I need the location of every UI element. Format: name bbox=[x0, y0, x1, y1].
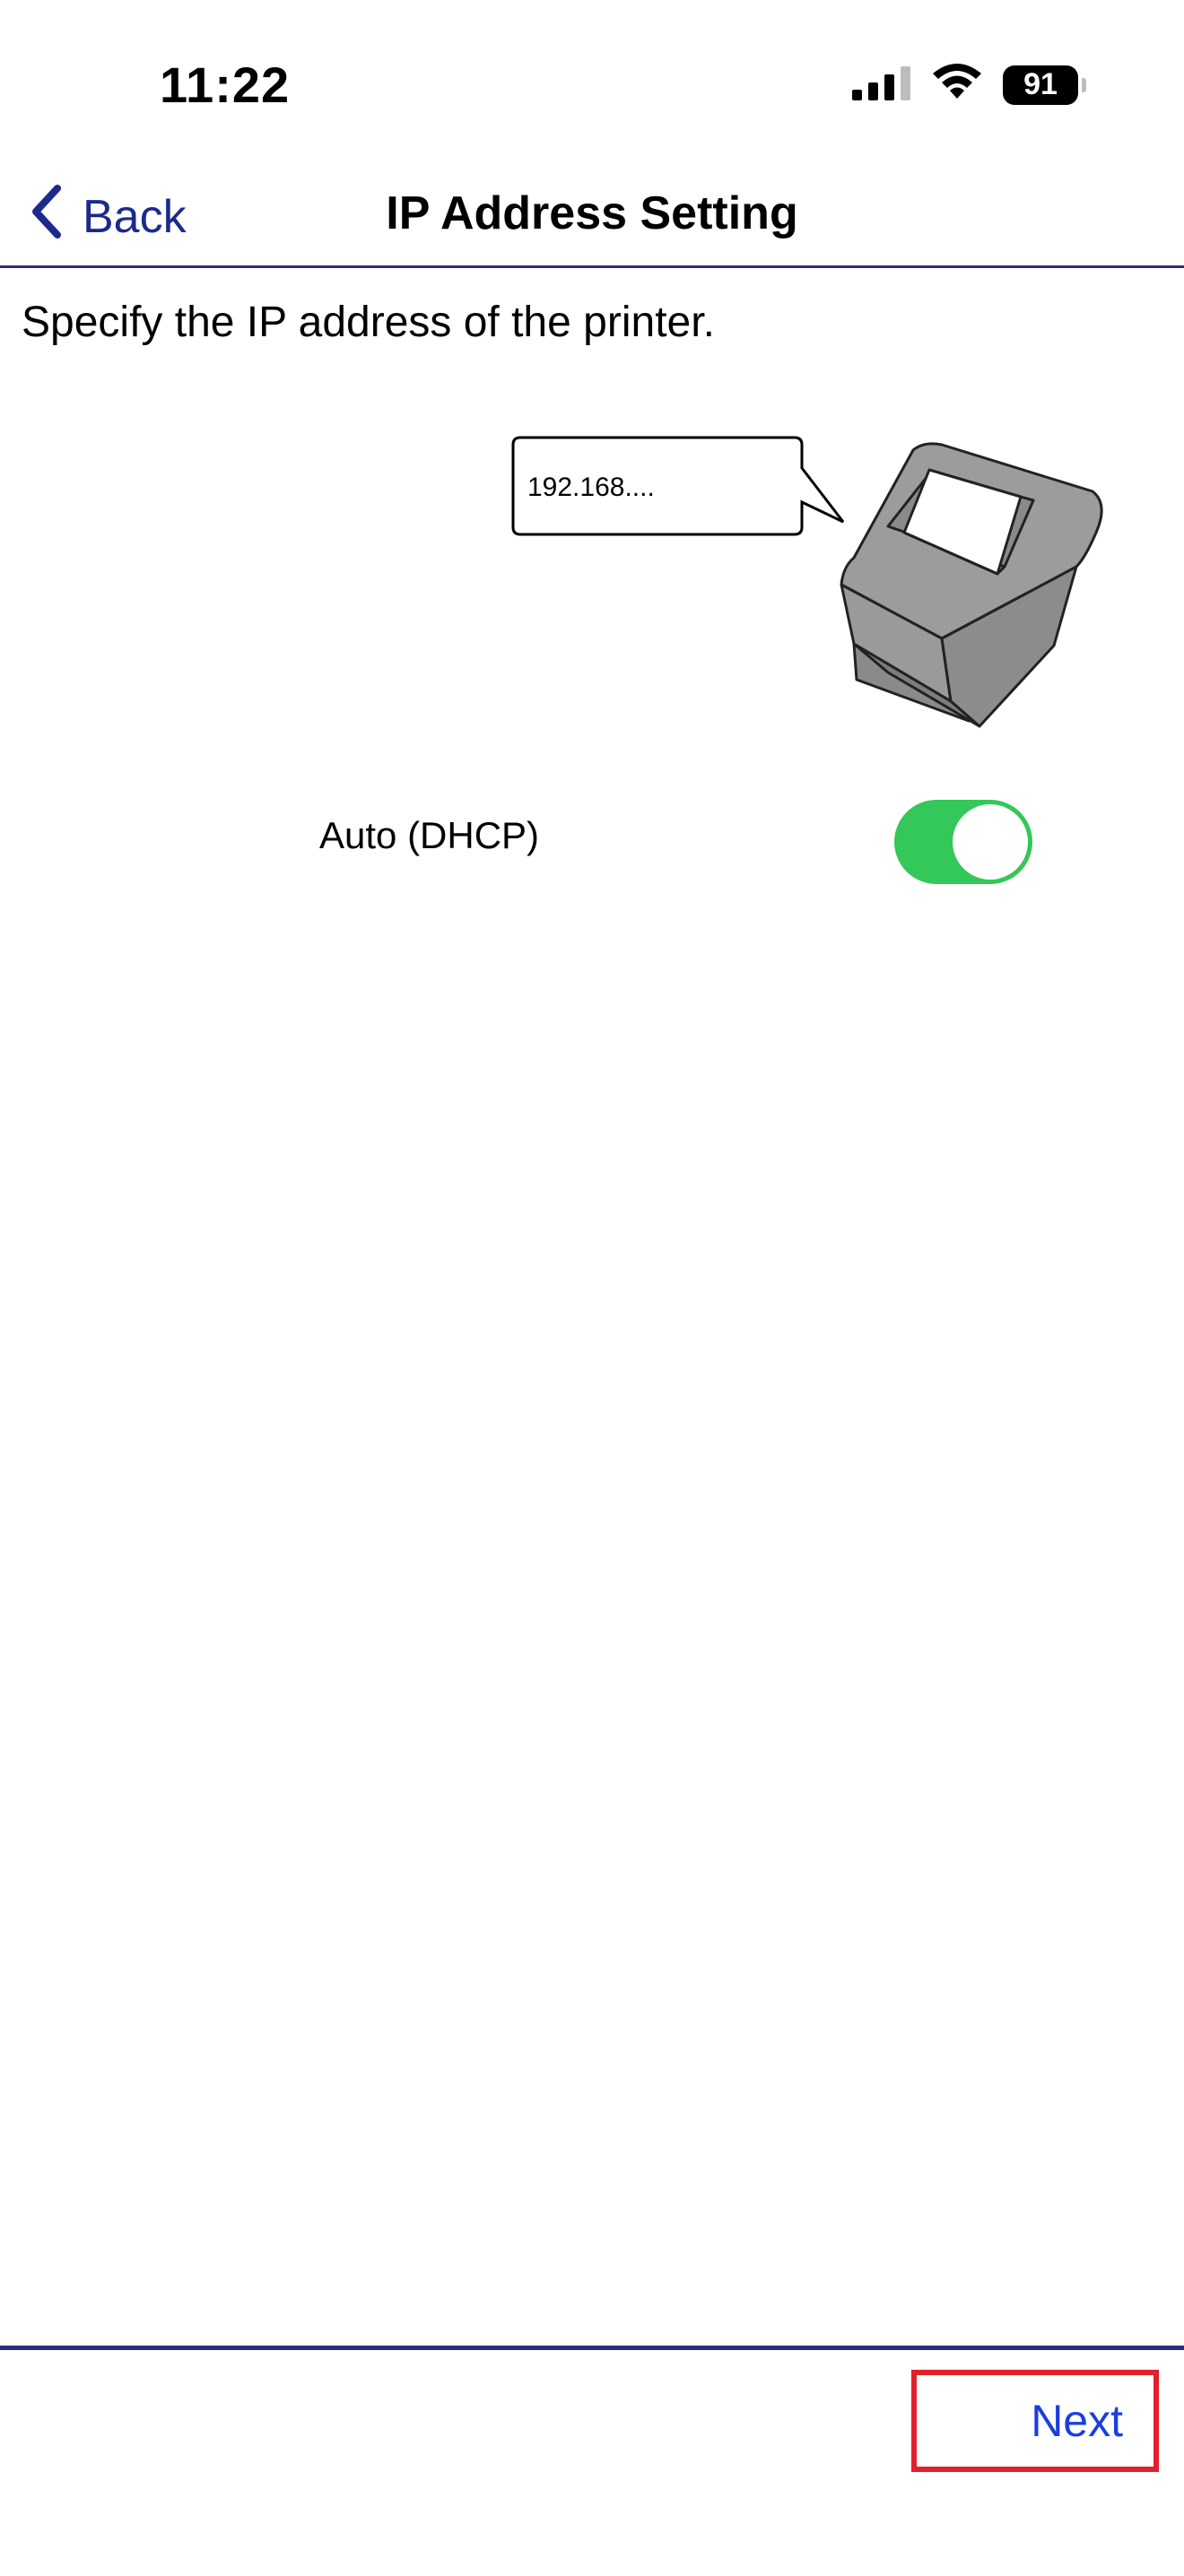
instruction-text: Specify the IP address of the printer. bbox=[22, 299, 715, 346]
speech-bubble-text: 192.168.... bbox=[527, 473, 655, 502]
printer-icon bbox=[840, 442, 1103, 728]
battery-level: 91 bbox=[1023, 67, 1058, 101]
wifi-icon bbox=[931, 63, 983, 107]
status-time: 11:22 bbox=[160, 56, 291, 113]
page-title-text: IP Address Setting bbox=[386, 187, 798, 239]
dhcp-setting-row: Auto (DHCP) bbox=[0, 789, 1184, 888]
status-bar: 11:22 91 bbox=[0, 0, 1184, 170]
toggle-knob bbox=[953, 804, 1028, 880]
dhcp-label: Auto (DHCP) bbox=[319, 814, 540, 856]
status-icons: 91 bbox=[852, 63, 1086, 107]
cellular-signal-icon bbox=[852, 65, 911, 105]
printer-illustration: 192.168.... bbox=[502, 432, 1130, 737]
navigation-bar: Back IP Address Setting bbox=[0, 170, 1184, 268]
page-title: IP Address Setting bbox=[0, 186, 1184, 240]
bottom-toolbar: Next bbox=[0, 2346, 1184, 2576]
dhcp-toggle[interactable] bbox=[894, 800, 1032, 884]
next-button[interactable]: Next bbox=[911, 2370, 1159, 2472]
speech-bubble: 192.168.... bbox=[511, 436, 845, 536]
battery-icon: 91 bbox=[1003, 65, 1086, 105]
